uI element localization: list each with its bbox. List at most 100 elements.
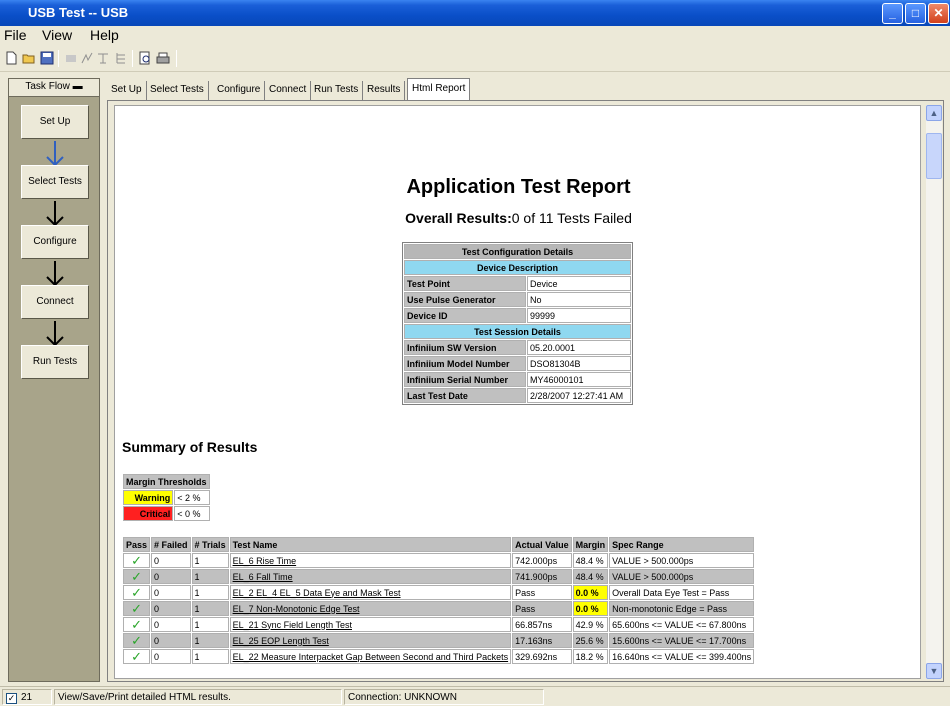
connection-status: Connection: UNKNOWN — [344, 689, 544, 705]
print-icon[interactable] — [156, 51, 170, 65]
tab-connect[interactable]: Connect — [265, 81, 312, 100]
pass-check-icon: ✓ — [123, 569, 151, 584]
new-file-icon[interactable] — [4, 51, 18, 65]
trials-header: # Trials — [191, 537, 229, 552]
test-name-link[interactable]: EL_22 Measure Interpacket Gap Between Se… — [229, 649, 512, 664]
test-name-header: Test Name — [229, 537, 512, 552]
table-row: Warning < 2 % — [123, 490, 210, 505]
pass-check-icon: ✓ — [123, 553, 151, 568]
config-label: Use Pulse Generator — [404, 292, 526, 307]
actual-value-cell: 66.857ns — [512, 617, 572, 632]
tab-results[interactable]: Results — [363, 81, 406, 100]
save-icon[interactable] — [40, 51, 54, 65]
table-row: Infiniium SW Version 05.20.0001 — [404, 340, 631, 355]
menu-help[interactable]: Help — [90, 27, 119, 43]
toolbar-separator — [58, 50, 59, 67]
table-row: Critical < 0 % — [123, 506, 210, 521]
arrow-down-icon — [46, 141, 64, 167]
table-row: Infiniium Model Number DSO81304B — [404, 356, 631, 371]
arrow-down-icon — [46, 261, 64, 287]
collapse-icon[interactable]: ▬ — [73, 81, 83, 92]
trials-cell: 1 — [191, 601, 229, 616]
minimize-button[interactable]: _ — [882, 3, 903, 24]
tab-html-report[interactable]: Html Report — [407, 78, 471, 100]
actual-value-header: Actual Value — [512, 537, 572, 552]
status-hint: View/Save/Print detailed HTML results. — [54, 689, 342, 705]
checkbox-icon[interactable]: ✓ — [6, 693, 17, 704]
failed-header: # Failed — [151, 537, 191, 552]
spec-range-cell: VALUE > 500.000ps — [609, 569, 755, 584]
scroll-up-icon[interactable]: ▲ — [926, 105, 942, 121]
report-title: Application Test Report — [406, 176, 631, 198]
tab-configure[interactable]: Configure — [213, 81, 266, 100]
scroll-thumb[interactable] — [926, 133, 942, 179]
tests-count: ✓ 21 Tests — [2, 689, 52, 705]
print-preview-icon[interactable] — [138, 51, 152, 65]
test-name-link[interactable]: EL_21 Sync Field Length Test — [229, 617, 512, 632]
test-name-link[interactable]: EL_6 Rise Time — [229, 553, 512, 568]
open-folder-icon[interactable] — [22, 51, 36, 65]
menu-file[interactable]: File — [4, 27, 27, 43]
warning-value: < 2 % — [174, 490, 210, 505]
maximize-button[interactable]: □ — [905, 3, 926, 24]
actual-value-cell: 329.692ns — [512, 649, 572, 664]
tab-set-up[interactable]: Set Up — [107, 81, 147, 100]
flow-select-tests-button[interactable]: Select Tests — [21, 165, 89, 199]
config-value: Device — [527, 276, 631, 291]
failed-cell: 0 — [151, 601, 191, 616]
task-flow-panel: Task Flow ▬ Set Up Select Tests Configur… — [8, 78, 100, 682]
overall-label: Overall Results: — [405, 210, 512, 226]
spec-range-cell: VALUE > 500.000ps — [609, 553, 755, 568]
failed-cell: 0 — [151, 585, 191, 600]
trials-cell: 1 — [191, 617, 229, 632]
toolbar — [0, 46, 950, 72]
actual-value-cell: 17.163ns — [512, 633, 572, 648]
pass-check-icon: ✓ — [123, 617, 151, 632]
sequence-icon[interactable] — [114, 51, 128, 65]
margin-cell: 0.0 % — [572, 585, 609, 600]
flow-setup-button[interactable]: Set Up — [21, 105, 89, 139]
title-bar: USB Test -- USB _ □ ✕ — [0, 0, 950, 26]
flow-configure-button[interactable]: Configure — [21, 225, 89, 259]
actual-value-cell: Pass — [512, 601, 572, 616]
config-label: Device ID — [404, 308, 526, 323]
config-value: 05.20.0001 — [527, 340, 631, 355]
flow-run-tests-button[interactable]: Run Tests — [21, 345, 89, 379]
test-name-link[interactable]: EL_6 Fall Time — [229, 569, 512, 584]
test-list-icon[interactable] — [96, 51, 110, 65]
pass-check-icon: ✓ — [123, 585, 151, 600]
margin-thresholds-table: Margin Thresholds Warning < 2 % Critical <… — [122, 473, 211, 522]
table-row: Infiniium Serial Number MY46000101 — [404, 372, 631, 387]
trials-cell: 1 — [191, 633, 229, 648]
tab-run-tests[interactable]: Run Tests — [310, 81, 364, 100]
failed-cell: 0 — [151, 617, 191, 632]
tab-select-tests[interactable]: Select Tests — [146, 81, 209, 100]
test-name-link[interactable]: EL_2 EL_4 EL_5 Data Eye and Mask Test — [229, 585, 512, 600]
table-row: ✓ 0 1 EL_6 Fall Time 741.900ps 48.4 % VALUE > … — [123, 569, 755, 584]
tests-count-label: 21 Tests — [21, 692, 33, 703]
config-label: Infiniium SW Version — [404, 340, 526, 355]
arrow-down-icon — [46, 201, 64, 227]
menu-bar: File View Help — [0, 26, 950, 46]
test-name-link[interactable]: EL_7 Non-Monotonic Edge Test — [229, 601, 512, 616]
close-button[interactable]: ✕ — [928, 3, 949, 24]
trials-cell: 1 — [191, 569, 229, 584]
config-label: Last Test Date — [404, 388, 526, 403]
margin-cell: 48.4 % — [572, 553, 609, 568]
pass-check-icon: ✓ — [123, 601, 151, 616]
config-table: Test Configuration Details Device Descri… — [402, 242, 633, 405]
menu-view[interactable]: View — [42, 27, 72, 43]
margin-header: Margin Thresholds — [123, 474, 210, 489]
vertical-scrollbar[interactable]: ▲ ▼ — [926, 105, 942, 679]
scroll-down-icon[interactable]: ▼ — [926, 663, 942, 679]
spec-range-cell: Non-monotonic Edge = Pass — [609, 601, 755, 616]
select-icon[interactable] — [80, 51, 94, 65]
run-icon[interactable] — [64, 51, 78, 65]
overall-results: Overall Results:0 of 11 Tests Failed — [115, 210, 920, 226]
margin-header: Margin — [572, 537, 609, 552]
toolbar-separator — [176, 50, 177, 67]
flow-connect-button[interactable]: Connect — [21, 285, 89, 319]
test-name-link[interactable]: EL_25 EOP Length Test — [229, 633, 512, 648]
failed-cell: 0 — [151, 633, 191, 648]
spec-range-cell: 15.600ns <= VALUE <= 17.700ns — [609, 633, 755, 648]
